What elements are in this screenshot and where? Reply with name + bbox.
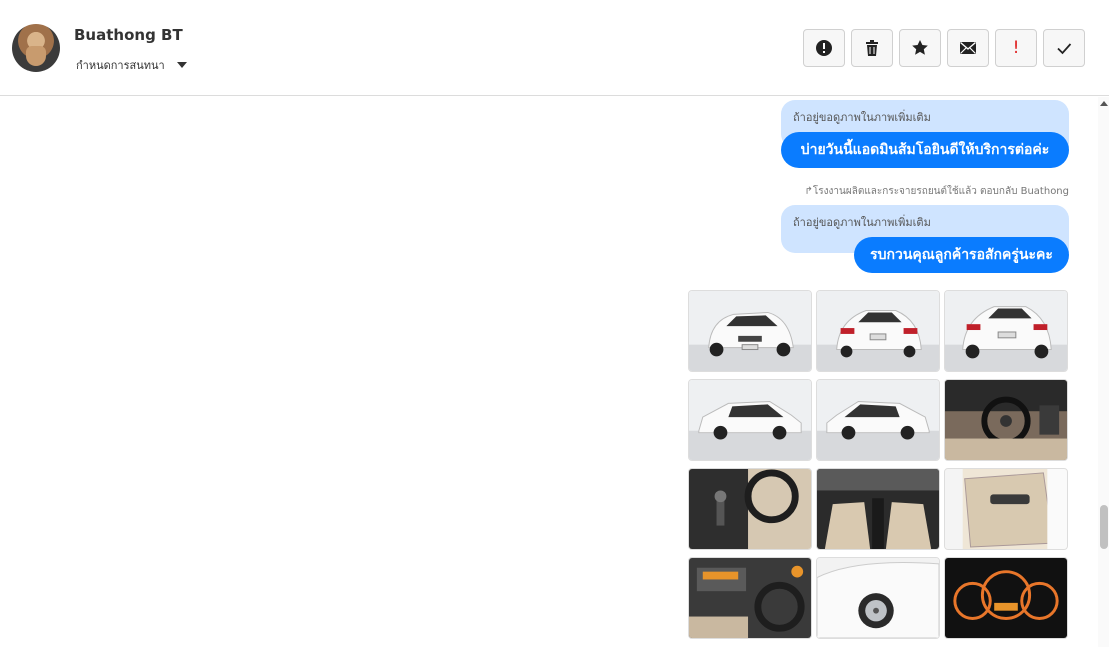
reply-meta: ↱โรงงานผลิตและกระจายรถยนต์ใช้แล้ว ตอบกลั… [804, 186, 1070, 197]
message-thread: ถ้าอยู่ขอดูภาพในภาพเพิ่มเติม บ่ายวันนี้แ… [0, 97, 1109, 647]
car-side-right-photo[interactable] [816, 379, 940, 461]
conversation-setting-label: กำหนดการสนทนา [76, 59, 165, 72]
contact-name: Buathong BT [74, 26, 183, 44]
check-icon [1057, 43, 1072, 55]
star-icon [912, 40, 928, 55]
trash-icon [866, 40, 878, 56]
quoted-message-text: ถ้าอยู่ขอดูภาพในภาพเพิ่มเติม [793, 111, 931, 124]
dashboard-photo[interactable] [944, 379, 1068, 461]
car-side-left-photo[interactable] [688, 379, 812, 461]
alert-circle-icon [816, 40, 832, 56]
quoted-message-text: ถ้าอยู่ขอดูภาพในภาพเพิ่มเติม [793, 216, 931, 229]
delete-button[interactable] [851, 29, 893, 67]
message-bubble[interactable]: รบกวนคุณลูกค้ารอสักครู่นะคะ [854, 237, 1069, 273]
center-console-photo[interactable] [688, 557, 812, 639]
front-seats-photo[interactable] [816, 468, 940, 550]
toolbar: ! [803, 29, 1085, 67]
done-button[interactable] [1043, 29, 1085, 67]
car-rear-photo[interactable] [816, 290, 940, 372]
exclamation-icon: ! [1012, 38, 1020, 58]
important-button[interactable]: ! [995, 29, 1037, 67]
gauge-cluster-photo[interactable] [944, 557, 1068, 639]
photo-grid [688, 290, 1070, 639]
scrollbar-thumb[interactable] [1100, 505, 1108, 549]
scrollbar[interactable] [1098, 97, 1109, 647]
car-front-photo[interactable] [688, 290, 812, 372]
star-button[interactable] [899, 29, 941, 67]
door-panel-photo[interactable] [944, 468, 1068, 550]
car-rear-angle-photo[interactable] [944, 290, 1068, 372]
report-button[interactable] [803, 29, 845, 67]
mark-unread-button[interactable] [947, 29, 989, 67]
avatar[interactable] [12, 24, 60, 72]
conversation-setting-dropdown[interactable]: กำหนดการสนทนา [76, 56, 187, 74]
caret-down-icon [176, 62, 187, 68]
gear-shift-photo[interactable] [688, 468, 812, 550]
scroll-up-arrow-icon[interactable] [1100, 101, 1108, 106]
conversation-header: Buathong BT กำหนดการสนทนา ! [0, 0, 1109, 96]
envelope-icon [960, 41, 976, 54]
wheel-closeup-photo[interactable] [816, 557, 940, 639]
message-bubble[interactable]: บ่ายวันนี้แอดมินส้มโอยินดีให้บริการต่อค่… [781, 132, 1069, 168]
